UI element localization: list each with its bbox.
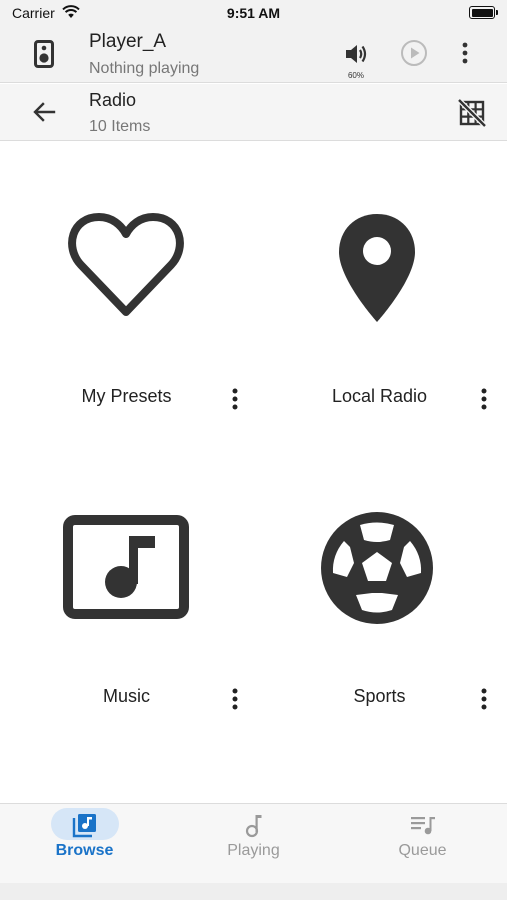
music-note-icon bbox=[63, 515, 189, 619]
battery-icon bbox=[469, 6, 498, 19]
tab-label: Playing bbox=[227, 842, 280, 859]
more-vert-icon[interactable] bbox=[462, 42, 468, 64]
nav-bar: Radio 10 Items bbox=[0, 84, 507, 141]
page-title: Radio bbox=[89, 90, 137, 110]
tab-browse[interactable]: Browse bbox=[0, 804, 169, 884]
status-bar: Carrier 9:51 AM bbox=[0, 0, 507, 26]
more-vert-icon[interactable] bbox=[472, 686, 496, 714]
status-time: 9:51 AM bbox=[226, 5, 281, 21]
grid-off-icon[interactable] bbox=[458, 99, 486, 127]
tab-label: Browse bbox=[55, 842, 114, 859]
speaker-icon bbox=[34, 40, 54, 68]
heart-icon bbox=[68, 213, 184, 316]
browse-music-icon bbox=[72, 814, 96, 838]
player-bar[interactable]: Player_A Nothing playing 60% bbox=[0, 26, 507, 83]
item-count: 10 Items bbox=[89, 118, 151, 135]
player-name: Player_A bbox=[89, 31, 167, 52]
volume-icon bbox=[346, 45, 367, 63]
tile-my-presets[interactable]: My Presets bbox=[0, 160, 253, 460]
volume-level: 60% bbox=[347, 71, 364, 80]
tab-label: Queue bbox=[398, 842, 447, 859]
more-vert-icon[interactable] bbox=[223, 686, 247, 714]
tile-label: Local Radio bbox=[331, 386, 428, 406]
back-arrow-icon[interactable] bbox=[32, 101, 56, 123]
more-vert-icon[interactable] bbox=[472, 386, 496, 414]
player-status: Nothing playing bbox=[89, 60, 200, 77]
more-vert-icon[interactable] bbox=[223, 386, 247, 414]
volume-button[interactable]: 60% bbox=[338, 38, 374, 80]
bottom-tab-bar: Browse Playing Queue bbox=[0, 803, 507, 883]
soccer-ball-icon bbox=[321, 512, 433, 624]
tile-label: My Presets bbox=[81, 386, 172, 406]
tile-label: Sports bbox=[353, 686, 406, 706]
location-pin-icon bbox=[339, 214, 415, 322]
tab-queue[interactable]: Queue bbox=[338, 804, 507, 884]
tile-music[interactable]: Music bbox=[0, 460, 253, 760]
tile-local-radio[interactable]: Local Radio bbox=[253, 160, 506, 460]
tile-label: Music bbox=[102, 686, 150, 706]
music-note-icon bbox=[245, 815, 262, 838]
tab-playing[interactable]: Playing bbox=[169, 804, 338, 884]
queue-music-icon bbox=[411, 817, 435, 835]
play-icon[interactable] bbox=[400, 39, 428, 67]
tile-sports[interactable]: Sports bbox=[253, 460, 506, 760]
home-indicator-area bbox=[0, 883, 507, 900]
